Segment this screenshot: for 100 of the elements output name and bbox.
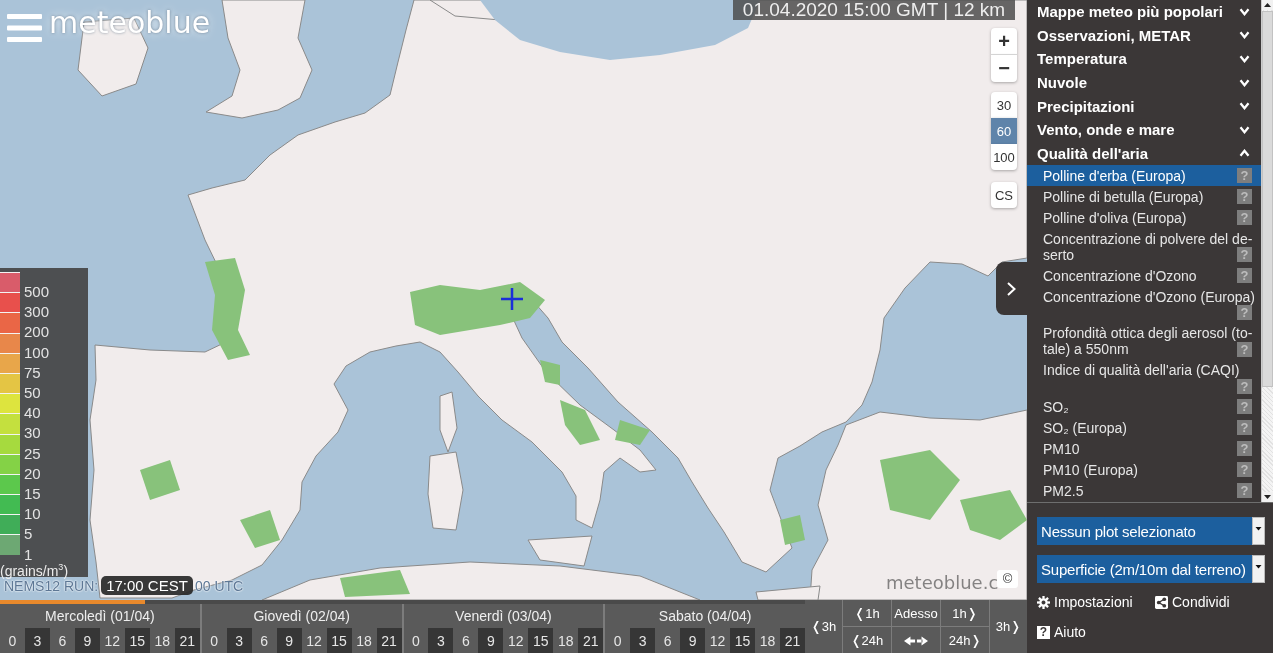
cs-button[interactable]: CS	[991, 182, 1017, 208]
layer-item[interactable]: PM10 (Europa) ?	[1027, 459, 1261, 481]
chevron-down-icon	[1239, 7, 1250, 16]
back-1h-button[interactable]: ❬1h	[843, 600, 891, 626]
category-header[interactable]: Nuvole	[1027, 70, 1261, 95]
hour-button[interactable]: 18	[755, 628, 781, 653]
hour-button[interactable]: 15	[326, 628, 352, 653]
scrollbar[interactable]	[1261, 0, 1273, 502]
layer-item[interactable]: SO₂ ?	[1027, 396, 1261, 418]
legend-value: 300	[24, 302, 50, 323]
category-header[interactable]: Precipitazioni	[1027, 94, 1261, 118]
share-icon	[1155, 595, 1168, 609]
day-button[interactable]: Venerdì (03/04)	[403, 604, 604, 628]
back-3h-button[interactable]: ❬3h	[805, 600, 842, 653]
map-attribution: meteoblue.c	[886, 572, 999, 594]
layer-item[interactable]: Concentrazione d'Ozono (Europa) ?	[1027, 286, 1261, 323]
hour-button[interactable]: 3	[226, 628, 252, 653]
hour-button[interactable]: 18	[149, 628, 175, 653]
layer-item[interactable]: Polline di betulla (Europa) ?	[1027, 186, 1261, 208]
caret-icon	[1252, 517, 1265, 545]
hour-button[interactable]: 9	[680, 628, 706, 653]
day-button[interactable]: Sabato (04/04)	[605, 604, 805, 628]
scroll-down-icon[interactable]	[1262, 492, 1273, 502]
hour-button[interactable]: 21	[174, 628, 200, 653]
zoom-out-button[interactable]: −	[991, 55, 1017, 82]
hour-button[interactable]: 15	[528, 628, 554, 653]
chevron-down-icon	[1239, 78, 1250, 87]
legend-value: 500	[24, 282, 50, 302]
category-header[interactable]: Mappe meteo più popolari	[1027, 0, 1261, 24]
layer-item[interactable]: Polline d'oliva (Europa) ?	[1027, 207, 1261, 229]
hour-button[interactable]: 12	[301, 628, 327, 653]
category-header[interactable]: Temperatura	[1027, 47, 1261, 71]
legend-value: 10	[24, 504, 42, 525]
left-right-arrows-icon	[904, 636, 928, 647]
legend-value: 5	[24, 524, 34, 545]
legend-value: 50	[24, 383, 42, 403]
legend-value: 200	[24, 322, 50, 343]
forward-1h-button[interactable]: 1h❭	[941, 600, 989, 626]
expand-panel-button[interactable]	[996, 262, 1027, 315]
hour-button[interactable]: 6	[453, 628, 479, 653]
scroll-up-icon[interactable]	[1262, 0, 1273, 10]
hour-button[interactable]: 6	[49, 628, 75, 653]
dropdown-select[interactable]: Nessun plot selezionato	[1037, 517, 1265, 545]
help-link[interactable]: ? Aiuto	[1037, 623, 1086, 641]
hour-button[interactable]: 15	[730, 628, 756, 653]
chevron-down-icon	[1239, 55, 1250, 63]
resolution-button[interactable]: 30	[991, 92, 1017, 118]
hour-button[interactable]: 18	[351, 628, 377, 653]
hour-button[interactable]: 3	[630, 628, 656, 653]
caret-icon	[1252, 555, 1265, 583]
resolution-button[interactable]: 100	[991, 144, 1017, 170]
hour-button[interactable]: 21	[780, 628, 805, 653]
dropdown-select[interactable]: Superficie (2m/10m dal terreno)	[1037, 555, 1265, 583]
hour-button[interactable]: 6	[655, 628, 681, 653]
settings-link[interactable]: Impostazioni	[1037, 593, 1133, 611]
hour-button[interactable]: 3	[24, 628, 50, 653]
hour-button[interactable]: 15	[124, 628, 150, 653]
hour-button[interactable]: 12	[705, 628, 731, 653]
legend-value: 15	[24, 484, 42, 505]
layer-item[interactable]: PM2.5 ?	[1027, 480, 1261, 502]
hour-button[interactable]: 6	[251, 628, 277, 653]
now-button[interactable]: Adesso	[892, 600, 940, 626]
category-header[interactable]: Osservazioni, METAR	[1027, 23, 1261, 48]
layer-item[interactable]: Concentrazione di polvere del de-serto ?	[1027, 228, 1261, 266]
layer-item[interactable]: SO₂ (Europa) ?	[1027, 417, 1261, 439]
layer-item[interactable]: PM10 ?	[1027, 438, 1261, 460]
legend-value: 100	[24, 342, 50, 363]
hour-button[interactable]: 0	[403, 628, 429, 653]
step-arrows-button[interactable]	[892, 627, 940, 653]
forward-3h-button[interactable]: 3h❭	[990, 600, 1027, 653]
legend-value: 30	[24, 423, 42, 444]
location-marker-icon	[501, 288, 523, 310]
hour-button[interactable]: 0	[201, 628, 227, 653]
layer-item[interactable]: Concentrazione d'Ozono ?	[1027, 265, 1261, 287]
layer-item[interactable]: Polline d'erba (Europa) ?	[1027, 165, 1261, 187]
hour-button[interactable]: 0	[0, 628, 25, 653]
hour-button[interactable]: 12	[503, 628, 529, 653]
back-24h-button[interactable]: ❬24h	[843, 627, 891, 653]
category-header[interactable]: Vento, onde e mare	[1027, 117, 1261, 142]
hour-button[interactable]: 21	[376, 628, 402, 653]
share-link[interactable]: Condividi	[1155, 593, 1230, 611]
resolution-button[interactable]: 60	[991, 118, 1017, 144]
category-header[interactable]: Qualità dell'aria	[1027, 141, 1261, 166]
hour-button[interactable]: 3	[428, 628, 454, 653]
hour-button[interactable]: 0	[605, 628, 631, 653]
hour-button[interactable]: 18	[553, 628, 579, 653]
layer-item[interactable]: Indice di qualità dell'aria (CAQI) ?	[1027, 359, 1261, 397]
zoom-in-button[interactable]: +	[991, 28, 1017, 55]
scrollbar-thumb[interactable]	[1262, 11, 1273, 387]
forward-24h-button[interactable]: 24h❭	[941, 627, 989, 653]
hour-button[interactable]: 9	[74, 628, 100, 653]
day-button[interactable]: Mercoledì (01/04)	[0, 604, 200, 628]
copyright-button[interactable]: ©	[997, 570, 1018, 588]
hour-button[interactable]: 9	[478, 628, 504, 653]
hour-button[interactable]: 21	[578, 628, 604, 653]
model-run-label: NEMS12 RUN:	[4, 578, 99, 594]
hour-button[interactable]: 9	[276, 628, 302, 653]
day-button[interactable]: Giovedì (02/04)	[201, 604, 402, 628]
hour-button[interactable]: 12	[99, 628, 125, 653]
layer-item[interactable]: Profondità ottica degli aerosol (to-tale) a 550nm ?	[1027, 322, 1261, 360]
